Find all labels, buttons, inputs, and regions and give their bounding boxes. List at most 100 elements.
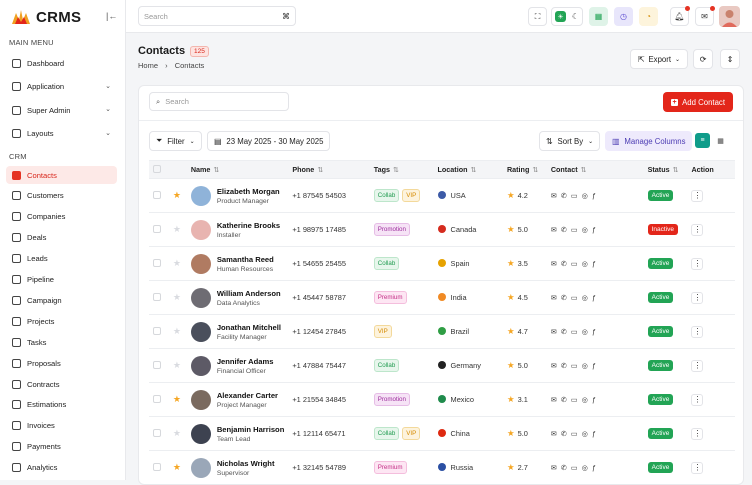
- manage-columns-button[interactable]: ▥ Manage Columns: [605, 131, 693, 151]
- refresh-button[interactable]: ⟳: [693, 49, 713, 69]
- sidebar-item-super-admin[interactable]: Super Admin ⌄: [6, 101, 117, 119]
- facebook-icon[interactable]: ƒ: [592, 225, 600, 234]
- table-row[interactable]: ★ Elizabeth Morgan Product Manager +1 87545…: [149, 178, 735, 213]
- star-icon[interactable]: ★: [173, 428, 181, 438]
- contact-name[interactable]: Nicholas Wright: [217, 459, 275, 468]
- more-options-icon[interactable]: ⋮: [691, 189, 704, 202]
- message-icon[interactable]: ▭: [571, 361, 582, 370]
- sidebar-item-application[interactable]: Application ⌄: [6, 78, 117, 96]
- contact-name[interactable]: Elizabeth Morgan: [217, 187, 280, 196]
- more-options-icon[interactable]: ⋮: [691, 223, 704, 236]
- add-contact-button[interactable]: + Add Contact: [663, 92, 733, 112]
- star-icon[interactable]: ★: [173, 462, 181, 472]
- contact-name[interactable]: Benjamin Harrison: [217, 425, 285, 434]
- phone-icon[interactable]: ✆: [561, 429, 571, 438]
- row-checkbox[interactable]: [153, 394, 161, 403]
- facebook-icon[interactable]: ƒ: [592, 361, 600, 370]
- skype-icon[interactable]: ◎: [582, 463, 592, 472]
- mail-icon[interactable]: ✉: [551, 259, 561, 268]
- apps-button[interactable]: ▦: [589, 7, 608, 26]
- mail-icon[interactable]: ✉: [551, 361, 561, 370]
- phone-icon[interactable]: ✆: [561, 191, 571, 200]
- table-row[interactable]: ★ Jonathan Mitchell Facility Manager +1 124…: [149, 314, 735, 349]
- phone-icon[interactable]: ✆: [561, 361, 571, 370]
- sidebar-item-payments[interactable]: Payments: [6, 438, 117, 456]
- breadcrumb-home[interactable]: Home: [138, 61, 158, 70]
- facebook-icon[interactable]: ƒ: [592, 429, 600, 438]
- sidebar-item-campaign[interactable]: Campaign: [6, 291, 117, 309]
- row-checkbox[interactable]: [153, 326, 161, 335]
- message-icon[interactable]: ▭: [571, 429, 582, 438]
- filter-button[interactable]: ⏷ Filter ⌄: [149, 131, 202, 151]
- facebook-icon[interactable]: ƒ: [592, 395, 600, 404]
- more-options-icon[interactable]: ⋮: [691, 359, 704, 372]
- timer-button[interactable]: ◔: [639, 7, 658, 26]
- skype-icon[interactable]: ◎: [582, 293, 592, 302]
- sidebar-item-companies[interactable]: Companies: [6, 208, 117, 226]
- clock-button[interactable]: ◷: [614, 7, 633, 26]
- more-options-icon[interactable]: ⋮: [691, 427, 704, 440]
- mail-icon[interactable]: ✉: [551, 225, 561, 234]
- sidebar-item-projects[interactable]: Projects: [6, 312, 117, 330]
- header-contact[interactable]: Contact ⇅: [546, 160, 644, 179]
- more-options-icon[interactable]: ⋮: [691, 325, 704, 338]
- contact-name[interactable]: William Anderson: [217, 289, 281, 298]
- sidebar-item-invoices[interactable]: Invoices: [6, 417, 117, 435]
- facebook-icon[interactable]: ƒ: [592, 463, 600, 472]
- message-icon[interactable]: ▭: [571, 259, 582, 268]
- table-row[interactable]: ★ Jennifer Adams Financial Officer +1 47884…: [149, 348, 735, 383]
- user-avatar[interactable]: [719, 6, 740, 27]
- facebook-icon[interactable]: ƒ: [592, 327, 600, 336]
- mail-icon[interactable]: ✉: [551, 293, 561, 302]
- header-name[interactable]: Name ⇅: [186, 160, 289, 179]
- mail-icon[interactable]: ✉: [551, 429, 561, 438]
- contact-name[interactable]: Katherine Brooks: [217, 221, 280, 230]
- list-view-button[interactable]: ≡: [695, 133, 710, 148]
- export-button[interactable]: ⇱ Export ⌄: [630, 49, 688, 69]
- row-checkbox[interactable]: [153, 258, 161, 267]
- more-options-icon[interactable]: ⋮: [691, 461, 704, 474]
- phone-icon[interactable]: ✆: [561, 463, 571, 472]
- skype-icon[interactable]: ◎: [582, 191, 592, 200]
- star-icon[interactable]: ★: [173, 190, 181, 200]
- message-icon[interactable]: ▭: [571, 191, 582, 200]
- contact-name[interactable]: Jonathan Mitchell: [217, 323, 281, 332]
- phone-icon[interactable]: ✆: [561, 395, 571, 404]
- star-icon[interactable]: ★: [173, 360, 181, 370]
- more-options-icon[interactable]: ⋮: [691, 257, 704, 270]
- message-icon[interactable]: ▭: [571, 463, 582, 472]
- sidebar-item-pipeline[interactable]: Pipeline: [6, 271, 117, 289]
- sidebar-item-layouts[interactable]: Layouts ⌄: [6, 125, 117, 143]
- table-row[interactable]: ★ Samantha Reed Human Resources +1 54655 25…: [149, 246, 735, 281]
- fullscreen-button[interactable]: ⛶: [528, 7, 547, 26]
- table-row[interactable]: ★ William Anderson Data Analytics +1 45447 …: [149, 280, 735, 315]
- sidebar-item-customers[interactable]: Customers: [6, 187, 117, 205]
- phone-icon[interactable]: ✆: [561, 259, 571, 268]
- skype-icon[interactable]: ◎: [582, 429, 592, 438]
- facebook-icon[interactable]: ƒ: [592, 259, 600, 268]
- sidebar-item-analytics[interactable]: Analytics: [6, 459, 117, 477]
- more-options-icon[interactable]: ⋮: [691, 291, 704, 304]
- row-checkbox[interactable]: [153, 190, 161, 199]
- skype-icon[interactable]: ◎: [582, 327, 592, 336]
- contacts-search-input[interactable]: ⌕ Search: [149, 92, 289, 111]
- collapse-header-button[interactable]: ⇕: [720, 49, 740, 69]
- row-checkbox[interactable]: [153, 360, 161, 369]
- sidebar-item-contacts[interactable]: Contacts: [6, 166, 117, 184]
- select-all-checkbox[interactable]: [153, 164, 161, 173]
- collapse-sidebar-icon[interactable]: |←: [106, 11, 117, 21]
- table-row[interactable]: ★ Katherine Brooks Installer +1 98975 17485…: [149, 212, 735, 247]
- header-location[interactable]: Location ⇅: [433, 160, 503, 179]
- contact-name[interactable]: Samantha Reed: [217, 255, 274, 264]
- mail-icon[interactable]: ✉: [551, 191, 561, 200]
- row-checkbox[interactable]: [153, 428, 161, 437]
- header-rating[interactable]: Rating ⇅: [502, 160, 547, 179]
- star-icon[interactable]: ★: [173, 224, 181, 234]
- header-status[interactable]: Status ⇅: [643, 160, 688, 179]
- skype-icon[interactable]: ◎: [582, 259, 592, 268]
- header-tags[interactable]: Tags ⇅: [369, 160, 434, 179]
- theme-toggle[interactable]: ☀ ☾: [551, 7, 583, 26]
- phone-icon[interactable]: ✆: [561, 225, 571, 234]
- facebook-icon[interactable]: ƒ: [592, 293, 600, 302]
- skype-icon[interactable]: ◎: [582, 225, 592, 234]
